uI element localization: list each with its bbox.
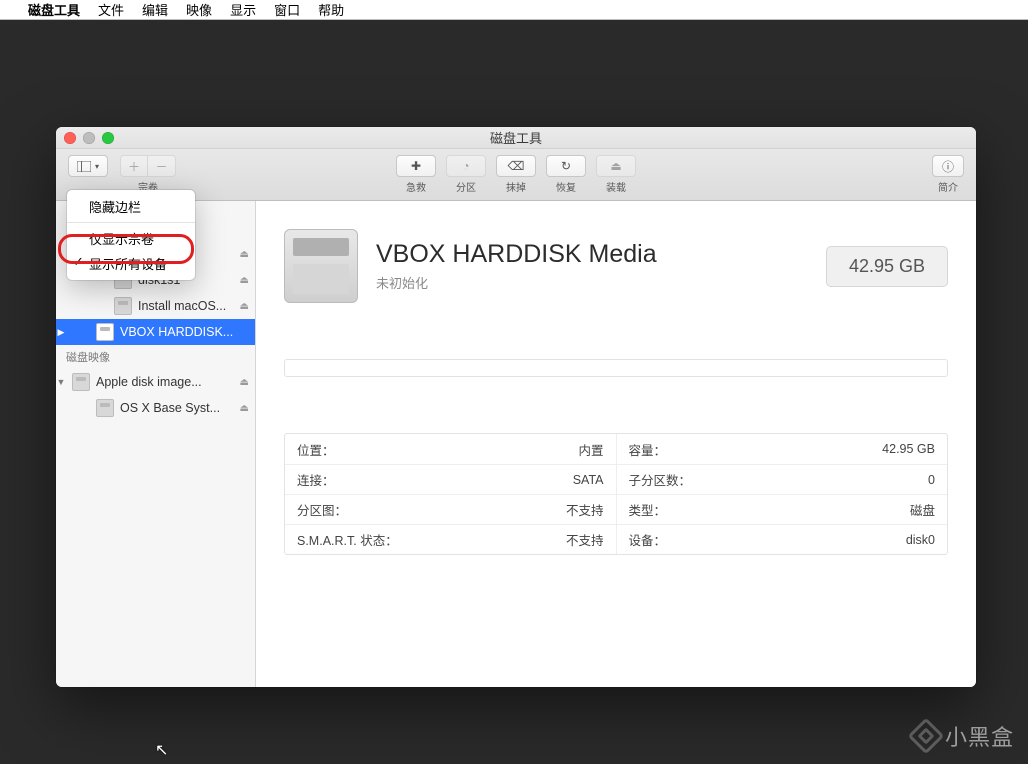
minimize-button[interactable]	[83, 132, 95, 144]
eject-icon[interactable]: ⏏	[240, 301, 249, 312]
app-menu[interactable]: 磁盘工具	[28, 0, 80, 19]
sidebar-item-osx-base-system[interactable]: OS X Base Syst... ⏏	[56, 395, 255, 421]
eject-icon[interactable]: ⏏	[240, 275, 249, 286]
erase-icon: ⌫	[508, 159, 525, 173]
menu-separator	[67, 222, 195, 223]
disk-large-icon	[284, 229, 358, 303]
disk-icon	[114, 297, 132, 315]
window-title: 磁盘工具	[490, 128, 542, 147]
eject-icon[interactable]: ⏏	[240, 249, 249, 260]
table-row: S.M.A.R.T. 状态： 不支持 设备： disk0	[285, 524, 947, 554]
mouse-cursor-icon: ↖	[155, 740, 168, 760]
eject-icon[interactable]: ⏏	[240, 403, 249, 414]
view-dropdown-menu: 隐藏边栏 仅显示宗卷 ✓ 显示所有设备	[67, 190, 195, 280]
disk-subtitle: 未初始化	[376, 273, 657, 292]
menu-item-label: 显示所有设备	[89, 257, 167, 272]
info-key-smart: S.M.A.R.T. 状态：	[297, 530, 398, 549]
info-val-type: 磁盘	[910, 500, 935, 519]
system-menubar: 磁盘工具 文件 编辑 映像 显示 窗口 帮助	[0, 0, 1028, 20]
info-val-capacity: 42.95 GB	[882, 442, 935, 456]
disk-size-badge: 42.95 GB	[826, 246, 948, 287]
info-icon: ⓘ	[942, 158, 954, 175]
erase-label: 抹掉	[506, 179, 526, 194]
zoom-button[interactable]	[102, 132, 114, 144]
mount-icon: ⏏	[610, 159, 621, 173]
info-key-connection: 连接：	[297, 470, 335, 489]
info-key-device: 设备：	[629, 530, 667, 549]
info-key-capacity: 容量：	[629, 440, 667, 459]
first-aid-icon: ✚	[411, 159, 421, 173]
disclosure-triangle-icon[interactable]: ▼	[56, 377, 66, 387]
info-button[interactable]: ⓘ	[932, 155, 964, 177]
checkmark-icon: ✓	[73, 254, 84, 270]
restore-label: 恢复	[556, 179, 576, 194]
menu-image[interactable]: 映像	[186, 0, 212, 19]
erase-button[interactable]: ⌫	[496, 155, 536, 177]
watermark-text: 小黑盒	[945, 720, 1014, 752]
eject-icon[interactable]: ⏏	[240, 377, 249, 388]
traffic-lights	[64, 132, 114, 144]
first-aid-button[interactable]: ✚	[396, 155, 436, 177]
sidebar-item-install-macos[interactable]: Install macOS... ⏏	[56, 293, 255, 319]
partition-icon: ◔	[462, 159, 469, 173]
sidebar-view-toggle[interactable]: ▾	[68, 155, 108, 177]
menu-view[interactable]: 显示	[230, 0, 256, 19]
sidebar-icon	[77, 161, 91, 172]
sidebar-item-label: Apple disk image...	[96, 375, 234, 389]
info-val-partition-map: 不支持	[566, 500, 604, 519]
partition-button[interactable]: ◔	[446, 155, 486, 177]
info-val-device: disk0	[906, 533, 935, 547]
first-aid-label: 急救	[406, 179, 426, 194]
table-row: 连接： SATA 子分区数： 0	[285, 464, 947, 494]
menu-show-all-devices[interactable]: ✓ 显示所有设备	[67, 251, 195, 276]
disk-icon	[96, 399, 114, 417]
info-key-child-count: 子分区数：	[629, 470, 692, 489]
info-key-partition-map: 分区图：	[297, 500, 347, 519]
close-button[interactable]	[64, 132, 76, 144]
menu-window[interactable]: 窗口	[274, 0, 300, 19]
disclosure-triangle-icon[interactable]: ▶	[56, 327, 66, 338]
disk-utility-window: 磁盘工具 ▾ ＋ － 宗卷 ✚急救 ◔分区 ⌫抹掉 ↻恢复	[56, 127, 976, 687]
menu-help[interactable]: 帮助	[318, 0, 344, 19]
info-val-child-count: 0	[928, 473, 935, 487]
info-val-location: 内置	[578, 440, 603, 459]
chevron-down-icon: ▾	[95, 162, 99, 171]
table-row: 位置： 内置 容量： 42.95 GB	[285, 434, 947, 464]
menu-edit[interactable]: 编辑	[142, 0, 168, 19]
disk-title: VBOX HARDDISK Media	[376, 240, 657, 269]
mount-button[interactable]: ⏏	[596, 155, 636, 177]
sidebar-category-disk-images: 磁盘映像	[56, 345, 255, 369]
mount-label: 装载	[606, 179, 626, 194]
sidebar-item-label: Install macOS...	[138, 299, 234, 313]
watermark-logo-icon	[908, 718, 945, 755]
partition-bar	[284, 359, 948, 377]
window-titlebar[interactable]: 磁盘工具	[56, 127, 976, 149]
info-key-location: 位置：	[297, 440, 335, 459]
disk-info-table: 位置： 内置 容量： 42.95 GB 连接： SATA 子分区数： 0 分区图： 不支持…	[284, 433, 948, 555]
info-key-type: 类型：	[629, 500, 667, 519]
table-row: 分区图： 不支持 类型： 磁盘	[285, 494, 947, 524]
remove-volume-button[interactable]: －	[148, 155, 176, 177]
watermark: 小黑盒	[913, 720, 1014, 752]
info-label: 简介	[938, 179, 958, 194]
restore-button[interactable]: ↻	[546, 155, 586, 177]
add-volume-button[interactable]: ＋	[120, 155, 148, 177]
content-pane: VBOX HARDDISK Media 未初始化 42.95 GB 位置： 内置 …	[256, 201, 976, 687]
disk-icon	[96, 323, 114, 341]
disk-icon	[72, 373, 90, 391]
minus-volume-icon: －	[155, 158, 167, 175]
partition-label: 分区	[456, 179, 476, 194]
menu-file[interactable]: 文件	[98, 0, 124, 19]
menu-hide-sidebar[interactable]: 隐藏边栏	[67, 194, 195, 219]
sidebar-item-apple-disk-image[interactable]: ▼ Apple disk image... ⏏	[56, 369, 255, 395]
sidebar-item-label: OS X Base Syst...	[120, 401, 234, 415]
menu-only-volumes[interactable]: 仅显示宗卷	[67, 226, 195, 251]
plus-volume-icon: ＋	[128, 158, 140, 175]
info-val-connection: SATA	[573, 473, 604, 487]
restore-icon: ↻	[561, 159, 571, 173]
info-val-smart: 不支持	[566, 530, 604, 549]
sidebar-item-label: VBOX HARDDISK...	[120, 325, 249, 339]
sidebar-item-vbox-harddisk[interactable]: ▶ VBOX HARDDISK...	[56, 319, 255, 345]
